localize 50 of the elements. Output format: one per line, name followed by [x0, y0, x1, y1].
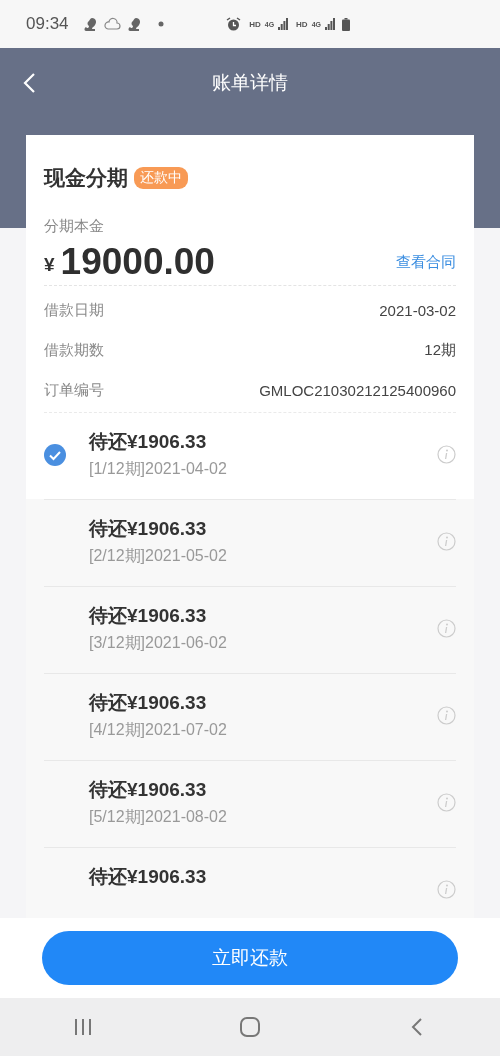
- cloud-icon: [103, 17, 121, 31]
- period-date: [4/12期]2021-07-02: [89, 720, 228, 740]
- back-icon: [22, 72, 36, 94]
- installment-item[interactable]: 待还¥1906.33 [3/12期]2021-06-02: [26, 586, 474, 673]
- battery-icon: [342, 17, 350, 31]
- installment-item[interactable]: 待还¥1906.33 [5/12期]2021-08-02: [26, 760, 474, 847]
- installment-item[interactable]: 待还¥1906.33 [4/12期]2021-07-02: [26, 673, 474, 760]
- repay-now-button[interactable]: 立即还款: [42, 931, 458, 985]
- hd-indicator: HD: [249, 19, 261, 29]
- installment-item[interactable]: 待还¥1906.33: [26, 847, 474, 918]
- detail-value: 2021-03-02: [379, 301, 456, 319]
- info-icon: [437, 619, 456, 638]
- info-icon: [437, 793, 456, 812]
- back-icon[interactable]: [410, 1017, 423, 1037]
- detail-label: 借款期数: [44, 340, 104, 360]
- page-title: 账单详情: [212, 71, 288, 95]
- amount-due: 待还¥1906.33: [89, 865, 208, 889]
- amount-due: 待还¥1906.33: [89, 778, 208, 802]
- period-date: [1/12期]2021-04-02: [89, 459, 228, 479]
- recent-apps-icon[interactable]: [73, 1018, 94, 1036]
- dot-icon: [157, 21, 164, 27]
- signal-icon: [325, 18, 335, 30]
- amount-due: 待还¥1906.33: [89, 517, 208, 541]
- view-contract-link[interactable]: 查看合同: [396, 252, 456, 272]
- detail-value: GMLOC21030212125400960: [259, 381, 456, 399]
- principal-label: 分期本金: [44, 216, 105, 236]
- info-icon: [437, 706, 456, 725]
- installment-item[interactable]: 待还¥1906.33 [2/12期]2021-05-02: [26, 499, 474, 586]
- amount-due: 待还¥1906.33: [89, 691, 208, 715]
- info-icon: [437, 445, 456, 464]
- amount-due: 待还¥1906.33: [89, 604, 208, 628]
- detail-value: 12期: [424, 340, 456, 360]
- detail-label: 订单编号: [44, 380, 104, 400]
- hd-indicator: HD: [296, 19, 308, 29]
- checked-icon: [44, 444, 66, 466]
- amount-due: 待还¥1906.33: [89, 430, 208, 454]
- detail-label: 借款日期: [44, 300, 104, 320]
- status-badge: 还款中: [134, 167, 188, 189]
- period-date: [3/12期]2021-06-02: [89, 633, 228, 653]
- principal-amount: 19000.00: [60, 241, 215, 283]
- alarm-clock-icon: [226, 16, 242, 32]
- clock-time: 09:34: [26, 14, 69, 34]
- info-icon: [437, 880, 456, 899]
- signal-icon: [278, 18, 289, 30]
- period-date: [5/12期]2021-08-02: [89, 807, 228, 827]
- loan-title: 现金分期: [44, 165, 128, 191]
- currency-symbol: ¥: [44, 254, 55, 276]
- info-icon: [437, 532, 456, 551]
- home-icon[interactable]: [240, 1017, 260, 1037]
- period-date: [2/12期]2021-05-02: [89, 546, 228, 566]
